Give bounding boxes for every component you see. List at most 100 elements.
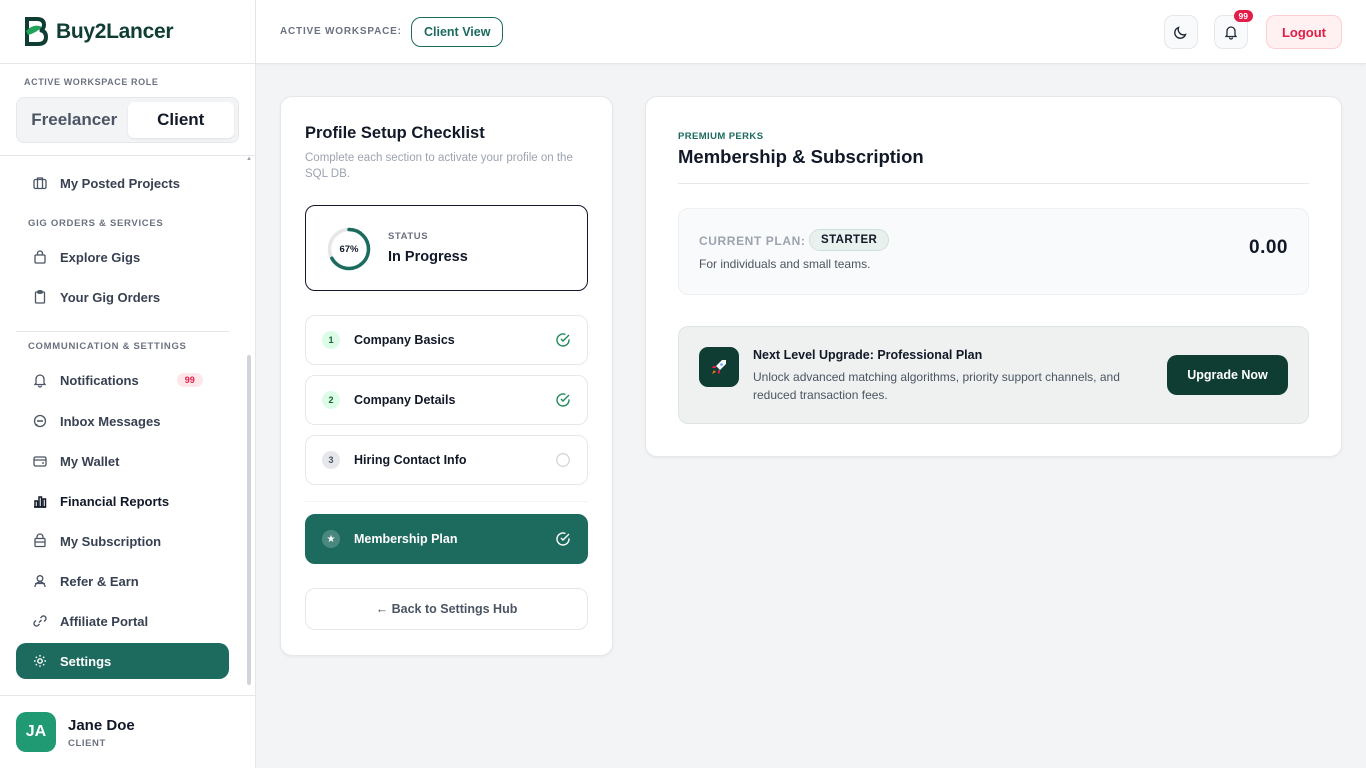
- divider: [16, 331, 229, 332]
- role-client-button[interactable]: Client: [127, 102, 234, 138]
- sidebar-item-label: Your Gig Orders: [60, 289, 161, 305]
- notification-count-badge: 99: [1233, 10, 1253, 22]
- sidebar-item-settings[interactable]: Settings: [16, 643, 229, 679]
- user-role: CLIENT: [68, 738, 106, 749]
- logout-button[interactable]: Logout: [1266, 15, 1342, 49]
- upgrade-title: Next Level Upgrade: Professional Plan: [753, 348, 983, 362]
- scroll-up-icon[interactable]: ▲: [246, 156, 252, 162]
- check-circle-icon: [556, 532, 570, 546]
- users-icon: [34, 575, 46, 588]
- step-company-details[interactable]: 2 Company Details: [305, 375, 588, 425]
- upgrade-box: Next Level Upgrade: Professional Plan Un…: [678, 326, 1309, 424]
- plan-name-badge: STARTER: [809, 229, 890, 251]
- top-header: ACTIVE WORKSPACE: Client View 99 Logout: [256, 0, 1366, 64]
- step-number: 2: [322, 391, 340, 409]
- link-icon: [33, 615, 47, 627]
- check-circle-icon: [556, 393, 570, 407]
- divider: [0, 695, 255, 696]
- role-switch: Freelancer Client: [16, 97, 239, 143]
- membership-card: PREMIUM PERKS Membership & Subscription …: [645, 96, 1342, 457]
- sidebar-item-label: My Posted Projects: [60, 175, 180, 191]
- sidebar-item-label: Affiliate Portal: [60, 613, 149, 629]
- profile-checklist-card: Profile Setup Checklist Complete each se…: [280, 96, 613, 656]
- divider: [678, 183, 1309, 184]
- section-eyebrow: PREMIUM PERKS: [678, 131, 764, 142]
- bag-icon: [34, 250, 46, 264]
- sidebar-item-label: Notifications: [60, 372, 139, 388]
- step-label: Hiring Contact Info: [354, 453, 467, 467]
- status-label: STATUS: [388, 231, 429, 242]
- sidebar-item-affiliate[interactable]: Affiliate Portal: [16, 603, 229, 639]
- sidebar-item-subscription[interactable]: My Subscription: [16, 523, 229, 559]
- upgrade-description: Unlock advanced matching algorithms, pri…: [753, 370, 1120, 402]
- star-icon: ★: [322, 530, 340, 548]
- sidebar-item-refer-earn[interactable]: Refer & Earn: [16, 563, 229, 599]
- role-label: ACTIVE WORKSPACE ROLE: [24, 77, 159, 87]
- bar-chart-icon: [34, 496, 47, 508]
- plan-price: 0.00: [1249, 237, 1288, 258]
- divider: [305, 501, 588, 502]
- divider: [0, 63, 255, 64]
- workspace-switch-button[interactable]: Client View: [411, 17, 504, 47]
- empty-circle-icon: [556, 453, 570, 467]
- section-label-gigs: GIG ORDERS & SERVICES: [28, 218, 164, 229]
- chat-icon: [33, 414, 47, 428]
- sidebar-item-inbox[interactable]: Inbox Messages: [16, 403, 229, 439]
- current-plan-box: CURRENT PLAN: STARTER For individuals an…: [678, 208, 1309, 295]
- logo-icon: [25, 17, 49, 46]
- upgrade-now-button[interactable]: Upgrade Now: [1167, 355, 1288, 395]
- step-hiring-contact[interactable]: 3 Hiring Contact Info: [305, 435, 588, 485]
- sidebar-item-label: Inbox Messages: [60, 413, 161, 429]
- step-label: Company Basics: [354, 333, 455, 347]
- sidebar-item-gig-orders[interactable]: Your Gig Orders: [16, 279, 229, 315]
- gear-icon: [34, 655, 46, 667]
- clipboard-icon: [34, 290, 46, 304]
- brand-logo[interactable]: Buy2Lancer: [24, 16, 174, 48]
- current-plan-label: CURRENT PLAN:: [699, 234, 806, 248]
- status-value: In Progress: [388, 249, 468, 265]
- plan-description: For individuals and small teams.: [699, 257, 871, 271]
- sidebar-item-label: Refer & Earn: [60, 573, 139, 589]
- sidebar-scrollbar[interactable]: [247, 355, 251, 685]
- sidebar-item-posted-projects[interactable]: My Posted Projects: [16, 165, 229, 201]
- workspace-label: ACTIVE WORKSPACE:: [280, 26, 402, 37]
- step-label: Membership Plan: [354, 532, 458, 546]
- back-to-settings-button[interactable]: ← Back to Settings Hub: [305, 588, 588, 630]
- sidebar: Buy2Lancer ACTIVE WORKSPACE ROLE Freelan…: [0, 0, 256, 768]
- theme-toggle-button[interactable]: [1164, 15, 1198, 49]
- progress-percent: 67%: [339, 243, 359, 255]
- checklist-subtitle: Complete each section to activate your p…: [305, 152, 573, 180]
- check-circle-icon: [556, 333, 570, 347]
- role-freelancer-button[interactable]: Freelancer: [21, 102, 128, 138]
- sidebar-item-wallet[interactable]: My Wallet: [16, 443, 229, 479]
- package-icon: [34, 533, 46, 548]
- membership-title: Membership & Subscription: [678, 146, 924, 167]
- sidebar-item-label: Settings: [60, 653, 112, 669]
- user-name: Jane Doe: [68, 717, 135, 734]
- sidebar-item-notifications[interactable]: Notifications 99: [16, 362, 229, 398]
- step-number: 3: [322, 451, 340, 469]
- bell-icon: [33, 374, 47, 388]
- section-label-communication: COMMUNICATION & SETTINGS: [28, 341, 187, 352]
- moon-icon: [1174, 26, 1187, 39]
- step-membership-plan[interactable]: ★ Membership Plan: [305, 514, 588, 564]
- status-box: 67% STATUS In Progress: [305, 205, 588, 291]
- brand-name: Buy2Lancer: [56, 20, 174, 43]
- step-label: Company Details: [354, 393, 456, 407]
- sidebar-item-label: Explore Gigs: [60, 249, 141, 265]
- avatar[interactable]: JA: [16, 712, 56, 752]
- sidebar-item-label: My Subscription: [60, 533, 162, 549]
- wallet-icon: [33, 456, 47, 467]
- step-number: 1: [322, 331, 340, 349]
- step-company-basics[interactable]: 1 Company Basics: [305, 315, 588, 365]
- divider: [0, 155, 255, 156]
- sidebar-item-label: Financial Reports: [60, 493, 170, 509]
- notification-count-badge: 99: [176, 373, 203, 387]
- sidebar-item-label: My Wallet: [60, 453, 120, 469]
- sidebar-item-financial-reports[interactable]: Financial Reports: [16, 483, 229, 519]
- rocket-icon: [699, 347, 739, 387]
- notifications-button[interactable]: 99: [1214, 10, 1253, 49]
- sidebar-item-explore-gigs[interactable]: Explore Gigs: [16, 239, 229, 275]
- briefcase-icon: [33, 177, 47, 190]
- bell-icon: [1224, 26, 1238, 40]
